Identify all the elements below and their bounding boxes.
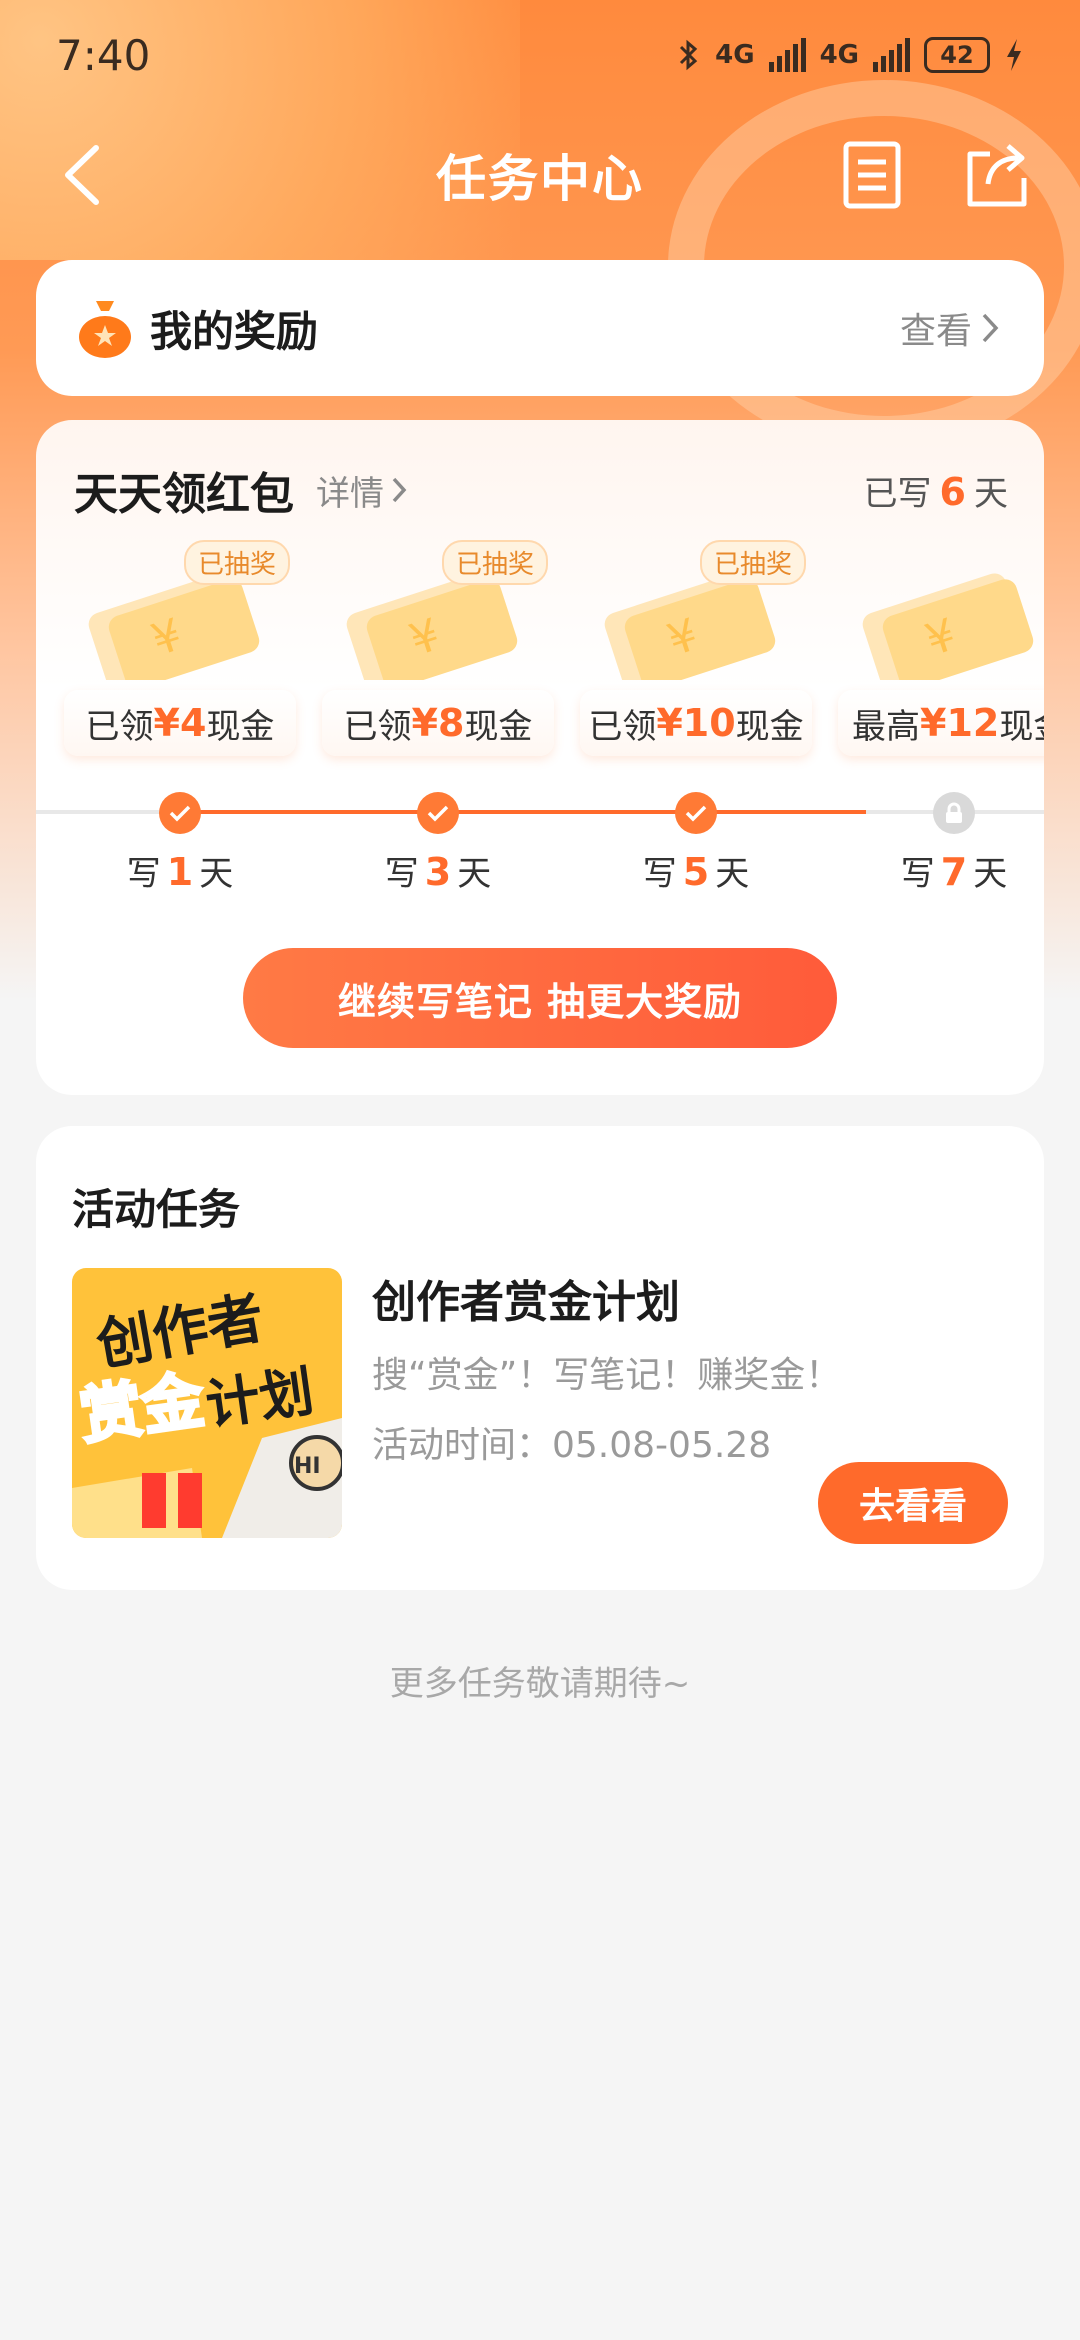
prize-label: 最高¥12现金: [838, 690, 1044, 756]
day-number: 3: [424, 850, 452, 894]
day-suffix: 天: [457, 854, 492, 894]
my-rewards-card[interactable]: 我的奖励 查看: [36, 260, 1044, 396]
bluetooth-icon: [680, 39, 698, 71]
daily-header: 天天领红包 详情 已写 6 天: [74, 458, 1008, 522]
go-view-button[interactable]: 去看看: [818, 1462, 1008, 1544]
status-bar: 7:40 4G 4G 42: [0, 0, 1080, 110]
day-suffix: 天: [715, 854, 750, 894]
charging-icon: [1007, 39, 1021, 71]
chevron-right-icon: [392, 477, 407, 503]
red-packet-ticket-icon: ¥: [862, 573, 1034, 680]
status-time: 7:40: [56, 30, 151, 80]
prize-suffix: 现金: [464, 706, 533, 747]
prize-amount: ¥8: [411, 701, 465, 745]
prize-item[interactable]: ¥ 已抽奖: [64, 540, 296, 700]
prize-suffix: 现金: [735, 706, 804, 747]
day-locked-lock-icon: [933, 792, 975, 834]
daily-detail-label: 详情: [316, 473, 384, 514]
network-4g-label: 4G: [715, 40, 755, 70]
continue-writing-button[interactable]: 继续写笔记 抽更大奖励: [243, 948, 837, 1048]
document-list-icon[interactable]: [840, 140, 904, 210]
day-complete-check-icon: [159, 792, 201, 834]
prize-amount: ¥10: [656, 701, 736, 745]
prize-item[interactable]: ¥ 已抽奖: [580, 540, 812, 700]
day-prefix: 写: [900, 854, 935, 894]
drawn-badge: 已抽奖: [441, 540, 548, 585]
my-rewards-title: 我的奖励: [150, 306, 319, 356]
prize-amount: ¥4: [153, 701, 207, 745]
page-title: 任务中心: [436, 150, 644, 208]
progress-track-fill: [186, 810, 866, 814]
view-rewards-label: 查看: [899, 311, 972, 352]
day-complete-check-icon: [675, 792, 717, 834]
task-thumbnail[interactable]: 创作者 赏金 计划 HI: [72, 1268, 342, 1538]
more-tasks-note: 更多任务敬请期待~: [389, 1664, 691, 1704]
prize-suffix: 现金: [999, 706, 1044, 747]
battery-icon: 42: [924, 37, 990, 73]
prize-prefix: 已领: [85, 706, 154, 747]
prize-item[interactable]: ¥: [838, 540, 1044, 700]
share-icon[interactable]: [962, 138, 1032, 210]
signal-icon-2: [873, 38, 910, 72]
red-packet-ticket-icon: ¥: [604, 573, 776, 680]
view-rewards-link[interactable]: 查看: [900, 302, 1000, 354]
day-label: 写3天: [358, 846, 518, 895]
streak-prefix: 已写: [863, 473, 932, 514]
streak-days: 6: [939, 469, 966, 514]
day-number: 7: [940, 850, 968, 894]
activity-tasks-title: 活动任务: [72, 1185, 241, 1234]
prize-item[interactable]: ¥ 已抽奖: [322, 540, 554, 700]
task-time: 活动时间：05.08-05.28: [372, 1425, 772, 1466]
day-suffix: 天: [199, 854, 234, 894]
network-4g-label-2: 4G: [819, 40, 859, 70]
prize-prefix: 已领: [343, 706, 412, 747]
day-complete-check-icon: [417, 792, 459, 834]
day-number: 5: [682, 850, 710, 894]
prize-label: 已领 ¥8 现金: [322, 690, 554, 756]
task-description: 搜“赏金”！写笔记！赚奖金！: [372, 1355, 842, 1396]
prize-amount: ¥12: [920, 701, 1000, 745]
drawn-badge: 已抽奖: [183, 540, 290, 585]
money-bag-icon: [79, 301, 131, 358]
nav-bar: 任务中心: [0, 120, 1080, 230]
red-packet-ticket-icon: ¥: [88, 573, 260, 680]
day-prefix: 写: [384, 854, 419, 894]
red-packet-ticket-icon: ¥: [346, 573, 518, 680]
streak-suffix: 天: [974, 473, 1008, 514]
back-arrow-icon[interactable]: [56, 140, 116, 210]
day-prefix: 写: [126, 854, 161, 894]
chevron-right-icon: [982, 313, 999, 343]
day-suffix: 天: [973, 854, 1008, 894]
prize-prefix: 最高: [852, 706, 920, 747]
prize-label: 已领 ¥10 现金: [580, 690, 812, 756]
prize-label: 已领 ¥4 现金: [64, 690, 296, 756]
day-prefix: 写: [642, 854, 677, 894]
day-label: 写7天: [874, 846, 1034, 895]
streak-counter: 已写 6 天: [864, 466, 1008, 515]
day-label: 写5天: [616, 846, 776, 895]
daily-red-packet-card: 天天领红包 详情 已写 6 天 ¥ 已抽奖 已领 ¥4 现金 ¥ 已抽奖 已领 ¥8 现金 …: [36, 420, 1044, 1095]
day-label: 写1天: [100, 846, 260, 895]
poster-text-hi: HI: [294, 1454, 321, 1479]
drawn-badge: 已抽奖: [699, 540, 806, 585]
daily-title: 天天领红包: [74, 469, 294, 520]
prize-prefix: 已领: [588, 706, 657, 747]
task-name[interactable]: 创作者赏金计划: [372, 1266, 680, 1330]
activity-tasks-card: 活动任务 创作者 赏金 计划 HI 创作者赏金计划 搜“赏金”！写笔记！赚奖金！…: [36, 1126, 1044, 1590]
status-icons: 4G 4G 42: [677, 37, 1024, 73]
signal-icon: [768, 38, 806, 72]
prize-suffix: 现金: [206, 706, 275, 747]
daily-detail-link[interactable]: 详情: [316, 466, 408, 515]
day-number: 1: [166, 850, 194, 894]
bounty-plan-poster-image: 创作者 赏金 计划 HI: [72, 1268, 342, 1538]
